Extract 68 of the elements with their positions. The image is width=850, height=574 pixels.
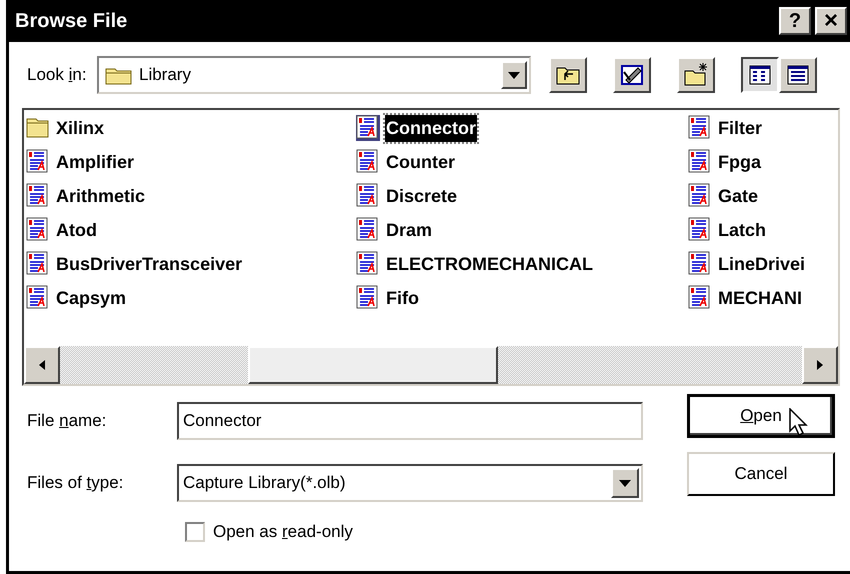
horizontal-scrollbar[interactable] bbox=[24, 346, 838, 384]
file-type-value: Capture Library(*.olb) bbox=[183, 472, 347, 494]
library-file-icon bbox=[688, 183, 712, 209]
file-item[interactable]: Connector bbox=[385, 114, 477, 142]
library-file-icon bbox=[356, 251, 380, 277]
file-type-label: Files of type: bbox=[27, 472, 124, 494]
pencil-icon bbox=[619, 62, 645, 88]
file-item[interactable]: Latch bbox=[717, 216, 768, 244]
file-name-field[interactable]: Connector bbox=[177, 402, 643, 440]
file-item[interactable]: Counter bbox=[385, 148, 456, 176]
library-file-icon bbox=[26, 251, 50, 277]
library-file-icon bbox=[688, 251, 712, 277]
file-item[interactable]: Fpga bbox=[717, 148, 762, 176]
file-item[interactable]: Gate bbox=[717, 182, 760, 210]
library-file-icon bbox=[356, 149, 380, 175]
library-file-icon bbox=[688, 285, 712, 311]
look-in-value: Library bbox=[139, 64, 192, 86]
read-only-label: Open as read-only bbox=[213, 521, 353, 544]
right-arrow-icon bbox=[817, 360, 823, 370]
caret-icon bbox=[619, 480, 631, 486]
file-type-dropdown[interactable]: Capture Library(*.olb) bbox=[177, 464, 643, 502]
read-only-checkbox[interactable] bbox=[185, 522, 205, 542]
window-title: Browse File bbox=[15, 9, 128, 34]
library-file-icon bbox=[688, 149, 712, 175]
file-item[interactable]: Arithmetic bbox=[55, 182, 146, 210]
up-folder-button[interactable] bbox=[549, 57, 587, 93]
dropdown-button[interactable] bbox=[611, 468, 639, 498]
library-file-icon bbox=[356, 183, 380, 209]
library-file-icon bbox=[26, 285, 50, 311]
cancel-button[interactable]: Cancel bbox=[687, 452, 835, 496]
library-file-icon bbox=[26, 183, 50, 209]
caret-icon bbox=[508, 72, 520, 78]
file-item[interactable]: MECHANI bbox=[717, 284, 803, 312]
file-item[interactable]: LineDrivei bbox=[717, 250, 806, 278]
new-folder-button[interactable] bbox=[677, 57, 715, 93]
new-folder-icon bbox=[683, 62, 709, 88]
library-file-icon bbox=[356, 217, 380, 243]
file-item[interactable]: Xilinx bbox=[55, 114, 106, 142]
library-file-icon bbox=[26, 217, 50, 243]
library-file-icon bbox=[26, 149, 50, 175]
scroll-right-button[interactable] bbox=[802, 346, 838, 384]
file-item[interactable]: Atod bbox=[55, 216, 98, 244]
library-file-icon bbox=[688, 115, 712, 141]
library-file-icon bbox=[356, 115, 380, 141]
look-in-dropdown[interactable]: Library bbox=[97, 56, 531, 94]
open-button[interactable]: Open bbox=[687, 394, 835, 438]
scroll-left-button[interactable] bbox=[24, 346, 60, 384]
look-in-label: Look in: bbox=[27, 64, 88, 86]
file-name-label: File name: bbox=[27, 410, 108, 432]
file-item[interactable]: Dram bbox=[385, 216, 434, 244]
library-file-icon bbox=[356, 285, 380, 311]
file-item[interactable]: Amplifier bbox=[55, 148, 136, 176]
file-item[interactable]: Fifo bbox=[385, 284, 420, 312]
dropdown-button[interactable] bbox=[501, 61, 527, 89]
list-view-button[interactable] bbox=[741, 57, 779, 93]
mouse-pointer-icon bbox=[789, 408, 809, 438]
file-item[interactable]: Filter bbox=[717, 114, 764, 142]
pencil-button[interactable] bbox=[613, 57, 651, 93]
scroll-thumb[interactable] bbox=[248, 346, 498, 384]
file-item[interactable]: Capsym bbox=[55, 284, 128, 312]
library-file-icon bbox=[688, 217, 712, 243]
left-arrow-icon bbox=[39, 360, 45, 370]
file-item[interactable]: Discrete bbox=[385, 182, 458, 210]
file-item[interactable]: BusDriverTransceiver bbox=[55, 250, 244, 278]
details-view-button[interactable] bbox=[779, 57, 817, 93]
help-button[interactable]: ? bbox=[779, 7, 811, 35]
file-item[interactable]: ELECTROMECHANICAL bbox=[385, 250, 594, 278]
close-button[interactable]: × bbox=[815, 7, 847, 35]
